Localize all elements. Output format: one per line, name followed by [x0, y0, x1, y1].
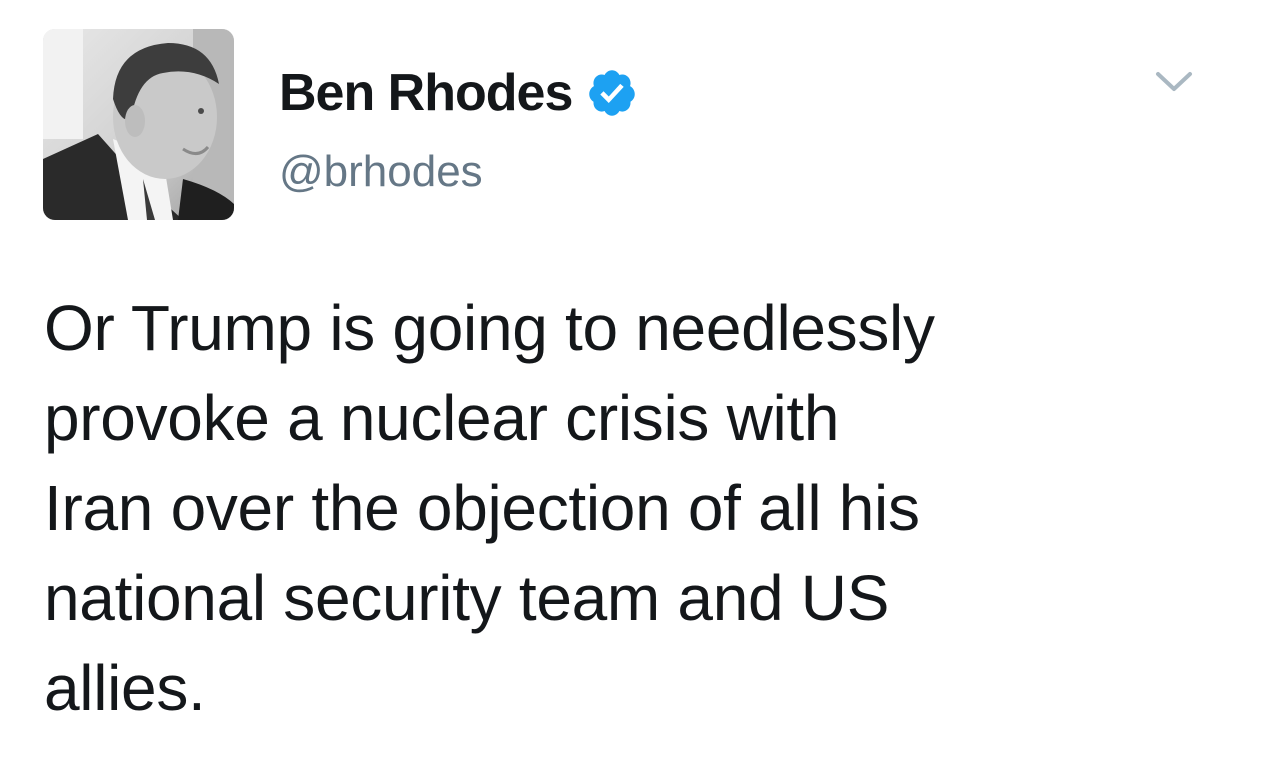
tweet-text: Or Trump is going to needlessly provoke …: [44, 292, 935, 724]
author-display-name[interactable]: Ben Rhodes: [279, 60, 573, 126]
avatar-photo: [43, 29, 234, 220]
chevron-down-icon[interactable]: [1152, 62, 1196, 102]
author-handle[interactable]: @brhodes: [279, 144, 483, 200]
author-name-row[interactable]: Ben Rhodes: [279, 60, 638, 126]
verified-badge-icon: [586, 67, 638, 119]
avatar[interactable]: [43, 29, 234, 220]
tweet-card: Ben Rhodes @brhodes Or Trump is going to…: [0, 0, 1280, 776]
